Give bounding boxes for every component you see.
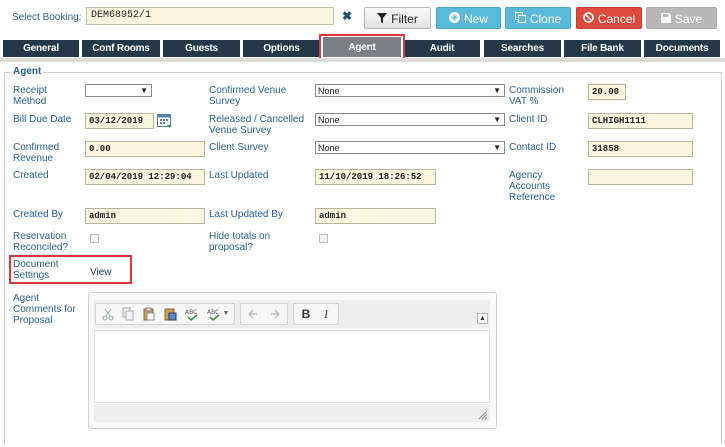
client-survey-select[interactable]: None ▼ — [315, 141, 505, 154]
paste-text-icon[interactable] — [163, 307, 177, 321]
save-button[interactable]: Save — [646, 7, 717, 29]
agent-comments-label: Agent Comments for Proposal — [13, 293, 76, 326]
released-cancelled-venue-survey-value: None — [318, 115, 340, 125]
filter-button-label: Filter — [391, 12, 418, 26]
receipt-method-select[interactable]: ▼ — [85, 84, 152, 97]
ban-icon — [583, 8, 594, 30]
client-id-input[interactable]: CLHIGH1111 — [588, 113, 693, 129]
cut-icon[interactable] — [101, 307, 115, 321]
hide-totals-checkbox[interactable] — [319, 234, 328, 243]
clone-button-label: Clone — [529, 12, 562, 26]
clear-booking-icon[interactable]: ✖ — [338, 7, 356, 25]
released-cancelled-venue-survey-select[interactable]: None ▼ — [315, 113, 505, 126]
tab-general[interactable]: General — [3, 40, 79, 57]
dropdown-arrow-icon: ▼ — [493, 143, 501, 152]
spellcheck-as-you-type-icon[interactable]: ABC — [207, 307, 221, 322]
document-settings-highlight — [9, 255, 132, 284]
created-by-input: admin — [85, 208, 205, 224]
last-updated-label: Last Updated — [209, 170, 269, 181]
released-cancelled-venue-survey-label: Released / Cancelled Venue Survey — [209, 114, 305, 136]
paste-icon[interactable] — [142, 307, 156, 321]
filter-icon — [377, 8, 388, 30]
contact-id-input[interactable]: 31858 — [588, 141, 693, 157]
agent-comments-textarea[interactable] — [94, 330, 490, 403]
tab-searches[interactable]: Searches — [484, 40, 561, 57]
italic-button[interactable]: I — [319, 307, 333, 321]
svg-text:ABC: ABC — [207, 309, 219, 316]
toolbar-collapse-icon[interactable]: ▲ — [477, 313, 488, 324]
clone-button[interactable]: Clone — [505, 7, 571, 29]
dropdown-arrow-icon: ▼ — [493, 115, 501, 124]
tab-documents[interactable]: Documents — [644, 40, 720, 57]
contact-id-label: Contact ID — [509, 142, 557, 153]
receipt-method-label: Receipt Method — [13, 85, 47, 107]
booking-toolbar: Select Booking: DEM68952/1 ✖ Filter New … — [0, 0, 725, 36]
plus-circle-icon — [448, 8, 460, 30]
spellcheck-dropdown-icon[interactable]: ▼ — [222, 307, 230, 321]
agency-accounts-reference-input[interactable] — [588, 169, 693, 185]
confirmed-revenue-input[interactable]: 0.00 — [85, 141, 205, 157]
spellcheck-icon[interactable]: ABC — [185, 307, 199, 322]
new-button-label: New — [463, 12, 488, 26]
select-booking-label: Select Booking: — [12, 12, 82, 23]
client-survey-value: None — [318, 143, 340, 153]
created-label: Created — [13, 170, 49, 181]
tab-divider — [0, 58, 725, 62]
client-survey-label: Client Survey — [209, 142, 269, 153]
confirmed-venue-survey-value: None — [318, 86, 340, 96]
copy-icon — [514, 8, 526, 30]
agent-tab-highlight — [319, 34, 405, 61]
calendar-icon[interactable] — [157, 113, 173, 129]
tab-file-bank[interactable]: File Bank — [564, 40, 641, 57]
undo-icon[interactable] — [246, 307, 260, 321]
confirmed-revenue-label: Confirmed Revenue — [13, 142, 60, 164]
bill-due-date-input[interactable]: 03/12/2019 — [85, 113, 154, 129]
svg-text:ABC: ABC — [185, 309, 197, 316]
filter-button[interactable]: Filter — [364, 7, 431, 29]
save-icon — [660, 8, 671, 30]
tab-guests[interactable]: Guests — [163, 40, 240, 57]
confirmed-venue-survey-select[interactable]: None ▼ — [315, 84, 505, 97]
last-updated-by-label: Last Updated By — [209, 209, 283, 220]
tab-audit[interactable]: Audit — [404, 40, 480, 57]
created-by-label: Created By — [13, 209, 64, 220]
created-input: 02/04/2019 12:29:04 — [85, 169, 205, 185]
new-button[interactable]: New — [436, 7, 501, 29]
client-id-label: Client ID — [509, 114, 548, 125]
tab-conf-rooms[interactable]: Conf Rooms — [82, 40, 160, 57]
commission-vat-label: Commission VAT % — [509, 85, 565, 107]
dropdown-arrow-icon: ▼ — [140, 86, 148, 95]
hide-totals-label: Hide totals on proposal? — [209, 231, 271, 253]
reservation-reconciled-checkbox[interactable] — [90, 234, 99, 243]
commission-vat-input[interactable]: 20.00 — [588, 84, 626, 100]
last-updated-by-input: admin — [315, 208, 436, 224]
redo-icon[interactable] — [268, 307, 282, 321]
booking-select-input[interactable]: DEM68952/1 — [86, 7, 334, 25]
bill-due-date-label: Bill Due Date — [13, 114, 72, 125]
cancel-button[interactable]: Cancel — [576, 7, 642, 29]
bold-button[interactable]: B — [299, 307, 313, 321]
agent-section-legend: Agent — [11, 66, 44, 77]
agency-accounts-reference-label: Agency Accounts Reference — [509, 170, 556, 203]
dropdown-arrow-icon: ▼ — [493, 86, 501, 95]
reservation-reconciled-label: Reservation Reconciled? — [13, 231, 69, 253]
editor-footer — [94, 404, 490, 422]
tab-options[interactable]: Options — [243, 40, 320, 57]
confirmed-venue-survey-label: Confirmed Venue Survey — [209, 85, 287, 107]
save-button-label: Save — [674, 12, 703, 26]
copy-icon[interactable] — [121, 307, 135, 321]
resize-grip-icon[interactable] — [478, 410, 488, 420]
last-updated-input: 11/10/2019 18:26:52 — [315, 169, 436, 185]
cancel-button-label: Cancel — [597, 12, 636, 26]
